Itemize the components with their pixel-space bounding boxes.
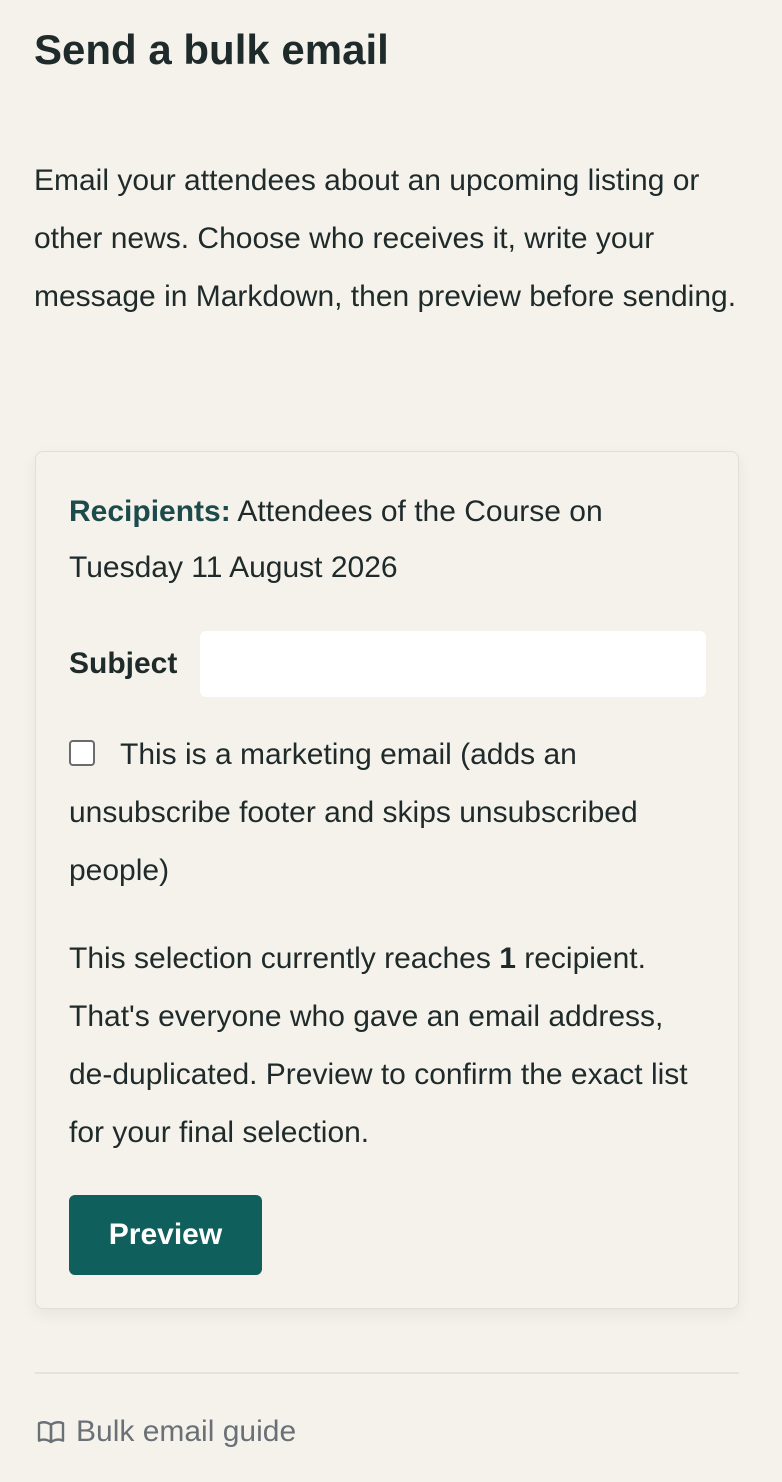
subject-input[interactable] <box>200 631 706 697</box>
page: Send a bulk email Email your attendees a… <box>0 0 782 1482</box>
footer-divider <box>35 1372 739 1374</box>
bulk-email-form-card: Recipients: Attendees of the Course on T… <box>35 451 739 1309</box>
intro-text: Email your attendees about an upcoming l… <box>34 164 737 313</box>
recipients-info: Recipients: Attendees of the Course on T… <box>69 484 709 596</box>
page-title: Send a bulk email <box>34 26 389 73</box>
subject-label: Subject <box>69 647 178 680</box>
marketing-option: This is a marketing email (adds an unsub… <box>69 726 709 900</box>
reach-count: 1 <box>499 942 516 975</box>
preview-button[interactable]: Preview <box>69 1195 262 1275</box>
book-icon <box>37 1421 65 1444</box>
subject-row: Subject <box>69 631 707 697</box>
recipients-label: Recipients: <box>69 495 231 528</box>
marketing-checkbox-label[interactable]: This is a marketing email (adds an unsub… <box>69 726 709 900</box>
marketing-checkbox[interactable] <box>69 740 95 766</box>
bulk-email-guide-label: Bulk email guide <box>76 1415 297 1448</box>
recipient-reach-text: This selection currently reaches 1 recip… <box>69 930 715 1162</box>
reach-prefix: This selection currently reaches <box>69 942 491 975</box>
bulk-email-guide-link[interactable]: Bulk email guide <box>35 1412 296 1452</box>
